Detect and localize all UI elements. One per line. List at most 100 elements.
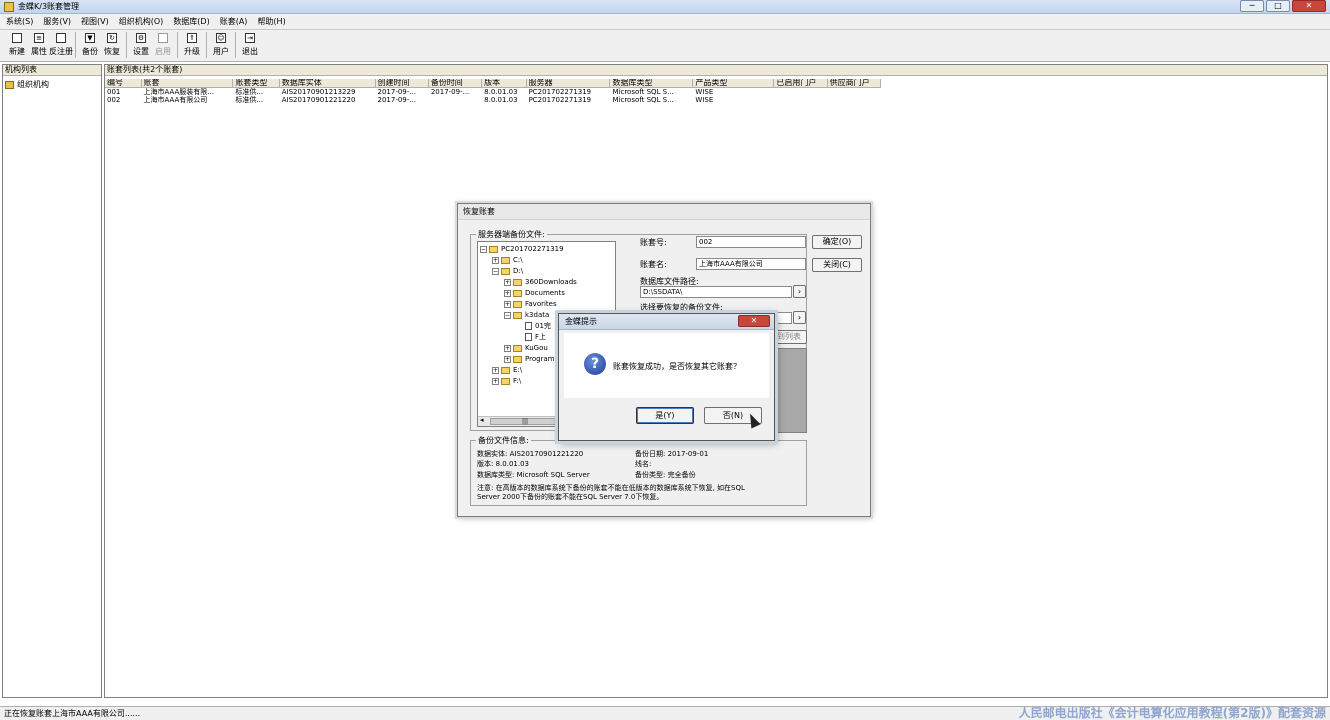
toolbar-new-doc-button[interactable]: 新建	[6, 30, 28, 60]
tree-node[interactable]: + KuGou	[504, 343, 548, 353]
backup-file-browse-button[interactable]: ›	[793, 311, 806, 324]
expand-icon[interactable]: +	[504, 289, 511, 297]
toolbar-backup-button[interactable]: ▼ 备份	[79, 30, 101, 60]
collapse-icon[interactable]: −	[492, 267, 499, 275]
column-header[interactable]: 账套	[142, 79, 234, 87]
tree-node-label: Favorites	[525, 300, 557, 308]
table-row[interactable]: 002 上海市AAA有限公司 标准供... AIS20170901221220 2017…	[105, 96, 881, 104]
account-no-field[interactable]: 002	[696, 236, 806, 248]
menu-system[interactable]: 系统(S)	[6, 16, 33, 27]
toolbar-label: 升级	[184, 47, 200, 56]
maximize-button[interactable]: □	[1266, 0, 1290, 12]
column-header[interactable]: 版本	[482, 79, 527, 87]
tree-node-label: PC201702271319	[501, 245, 564, 253]
toolbar-properties-button[interactable]: ≡ 属性	[28, 30, 50, 60]
db-path-browse-button[interactable]: ›	[793, 285, 806, 298]
tree-node[interactable]: − D:\	[492, 266, 523, 276]
folder-icon	[501, 256, 510, 264]
expand-icon[interactable]: +	[504, 344, 511, 352]
tree-node[interactable]: + Program	[504, 354, 555, 364]
column-header[interactable]: 供应商门户	[828, 79, 881, 87]
prompt-close-button[interactable]: ✕	[738, 315, 770, 327]
tree-node-label: F:\	[513, 377, 522, 385]
tree-node[interactable]: +360Downloads	[504, 277, 577, 287]
tree-node[interactable]: + E:\	[492, 365, 522, 375]
toolbar-separator	[177, 32, 178, 58]
backup-info-legend: 备份文件信息:	[476, 435, 531, 446]
collapse-icon[interactable]: −	[480, 245, 487, 253]
ok-button[interactable]: 确定(O)	[812, 235, 862, 249]
toolbar-label: 反注册	[49, 47, 73, 56]
db-path-field[interactable]: D:\SSDATA\	[640, 286, 792, 298]
tree-node-label: 01完	[535, 322, 551, 330]
menu-organization[interactable]: 组织机构(O)	[119, 16, 164, 27]
toolbar-label: 用户	[213, 47, 229, 56]
column-header[interactable]: 数据库类型	[610, 79, 694, 87]
yes-button[interactable]: 是(Y)	[636, 407, 694, 424]
menu-account[interactable]: 账套(A)	[220, 16, 248, 27]
toolbar-exit-button[interactable]: ⇥ 退出	[239, 30, 261, 60]
tree-node-label: 360Downloads	[525, 278, 577, 286]
toolbar-upgrade-button[interactable]: ⇑ 升级	[181, 30, 203, 60]
table-cell: AIS20170901221220	[281, 96, 356, 104]
column-header[interactable]: 账套类型	[233, 79, 280, 87]
column-header[interactable]: 服务器	[527, 79, 611, 87]
info-entity-value: AIS20170901221220	[509, 450, 584, 458]
column-header[interactable]: 创建时间	[376, 79, 429, 87]
table-cell: 8.0.01.03	[484, 88, 518, 96]
tree-node-label: KuGou	[525, 344, 548, 352]
toolbar-settings-button[interactable]: ⚙ 设置	[130, 30, 152, 60]
column-header[interactable]: 数据库实体	[280, 79, 376, 87]
expand-icon[interactable]: +	[504, 300, 511, 308]
table-cell: AIS20170901213229	[281, 88, 356, 96]
menu-service[interactable]: 服务(V)	[43, 16, 71, 27]
menu-help[interactable]: 帮助(H)	[257, 16, 285, 27]
minimize-button[interactable]: ─	[1240, 0, 1264, 12]
scroll-thumb[interactable]: |||	[490, 418, 560, 425]
account-name-field[interactable]: 上海市AAA有限公司	[696, 258, 806, 270]
org-tree-root[interactable]: 组织机构	[3, 76, 101, 93]
scroll-left-icon[interactable]: ◂	[480, 416, 484, 424]
account-name-label: 账套名:	[640, 260, 667, 269]
expand-icon[interactable]: +	[492, 366, 499, 374]
column-header[interactable]: 已启用门户	[774, 79, 828, 87]
window-title: 金蝶K/3账套管理	[18, 2, 80, 11]
column-header[interactable]: 产品类型	[693, 79, 775, 87]
folder-icon	[501, 366, 510, 374]
toolbar-unregister-button[interactable]: 反注册	[49, 30, 73, 60]
toolbar-restore-button[interactable]: ↻ 恢复	[101, 30, 123, 60]
menu-database[interactable]: 数据库(D)	[173, 16, 209, 27]
tree-node[interactable]: + F:\	[492, 376, 521, 386]
expand-icon[interactable]: +	[504, 355, 511, 363]
enable-icon	[158, 33, 168, 43]
prompt-body: ? 账套恢复成功，是否恢复其它账套？	[564, 333, 769, 398]
tree-node[interactable]: − PC201702271319	[480, 244, 564, 254]
column-header[interactable]: 编号	[105, 79, 142, 87]
close-window-button[interactable]: ✕	[1292, 0, 1326, 12]
close-button[interactable]: 关闭(C)	[812, 258, 862, 272]
toolbar-user-button[interactable]: ☺ 用户	[210, 30, 232, 60]
info-type: 备份类型: 完全备份	[635, 470, 696, 480]
tree-node[interactable]: − k3data	[504, 310, 549, 320]
tree-node[interactable]: F上	[516, 332, 546, 342]
toolbar-enable-button[interactable]: 启用	[152, 30, 174, 60]
table-row[interactable]: 001 上海市AAA服装有限... 标准供... AIS20170901213229 2…	[105, 88, 881, 96]
window-controls: ─ □ ✕	[1240, 0, 1326, 12]
collapse-icon[interactable]: −	[504, 311, 511, 319]
user-icon: ☺	[216, 33, 226, 43]
tree-node[interactable]: + Favorites	[504, 299, 557, 309]
folder-icon	[513, 300, 522, 308]
expand-icon[interactable]: +	[492, 377, 499, 385]
tree-node[interactable]: + Documents	[504, 288, 565, 298]
expand-icon[interactable]: +	[492, 256, 499, 264]
tree-node[interactable]: + C:\	[492, 255, 523, 265]
account-no-label: 账套号:	[640, 238, 667, 247]
menu-view[interactable]: 视图(V)	[81, 16, 109, 27]
question-icon: ?	[584, 353, 606, 375]
account-grid-header: 编号 账套 账套类型 数据库实体 创建时间 备份时间 版本 服务器 数据库类型 产品类型 已启用门户…	[105, 79, 881, 88]
column-header[interactable]: 备份时间	[429, 79, 483, 87]
kingdee-prompt-dialog: 金蝶提示 ✕ ? 账套恢复成功，是否恢复其它账套？ 是(Y) 否(N)	[558, 313, 775, 441]
info-line: 线名:	[635, 459, 651, 469]
expand-icon[interactable]: +	[504, 278, 511, 286]
tree-node[interactable]: 01完	[516, 321, 551, 331]
